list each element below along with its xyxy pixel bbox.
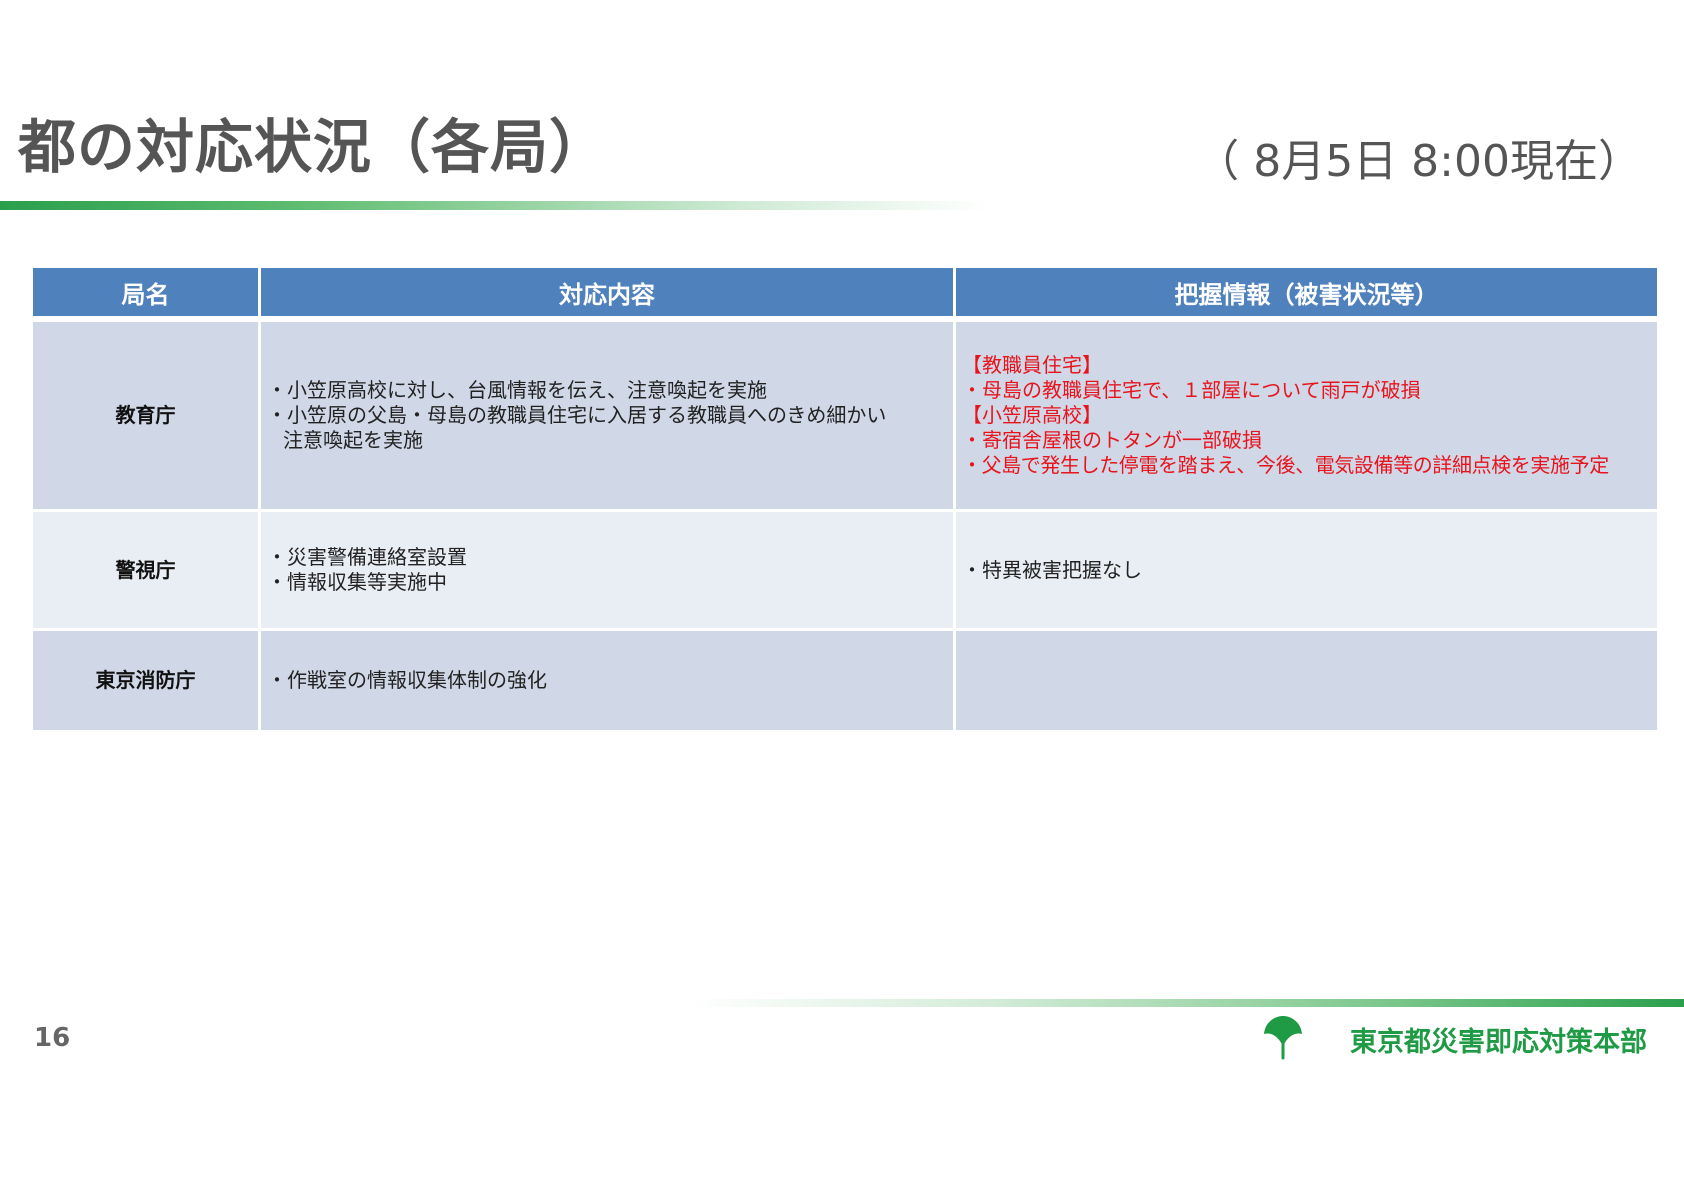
page-title: 都の対応状況（各局） — [18, 113, 609, 181]
actions-cell: ・災害警備連絡室設置 ・情報収集等実施中 — [261, 512, 953, 631]
organization-name: 東京都災害即応対策本部 — [1350, 1027, 1647, 1058]
bureau-name: 警視庁 — [33, 512, 258, 631]
action-line: ・情報収集等実施中 — [267, 570, 447, 594]
info-cell: 【教職員住宅】 ・母島の教職員住宅で、１部屋について雨戸が破損 【小笠原高校】 … — [956, 322, 1657, 512]
bureau-status-table: 局名 対応内容 把握情報（被害状況等） 教育庁 ・小笠原高校に対し、台風情報を伝… — [30, 268, 1660, 733]
info-line: 【小笠原高校】 — [962, 403, 1102, 427]
info-cell: ・特異被害把握なし — [956, 512, 1657, 631]
table-header-row: 局名 対応内容 把握情報（被害状況等） — [33, 268, 1657, 322]
info-cell — [956, 631, 1657, 733]
info-line: ・父島で発生した停電を踏まえ、今後、電気設備等の詳細点検を実施予定 — [962, 453, 1609, 477]
column-header-info: 把握情報（被害状況等） — [956, 268, 1657, 322]
bureau-name: 東京消防庁 — [33, 631, 258, 733]
title-underline — [0, 201, 990, 210]
action-line: ・作戦室の情報収集体制の強化 — [267, 668, 547, 692]
table-row: 教育庁 ・小笠原高校に対し、台風情報を伝え、注意喚起を実施 ・小笠原の父島・母島… — [33, 322, 1657, 512]
action-line: ・災害警備連絡室設置 — [267, 545, 467, 569]
table-row: 東京消防庁 ・作戦室の情報収集体制の強化 — [33, 631, 1657, 733]
info-line: ・母島の教職員住宅で、１部屋について雨戸が破損 — [962, 378, 1421, 402]
tokyo-ginkgo-logo-icon — [1264, 1016, 1302, 1060]
info-line: ・特異被害把握なし — [962, 557, 1142, 582]
actions-cell: ・作戦室の情報収集体制の強化 — [261, 631, 953, 733]
footer-rule — [690, 999, 1684, 1007]
action-line: ・小笠原高校に対し、台風情報を伝え、注意喚起を実施 — [267, 378, 767, 402]
column-header-actions: 対応内容 — [261, 268, 953, 322]
action-line: ・小笠原の父島・母島の教職員住宅に入居する教職員へのきめ細かい — [267, 403, 887, 427]
bureau-name: 教育庁 — [33, 322, 258, 512]
info-line: 【教職員住宅】 — [962, 353, 1102, 377]
table-row: 警視庁 ・災害警備連絡室設置 ・情報収集等実施中 ・特異被害把握なし — [33, 512, 1657, 631]
column-header-bureau: 局名 — [33, 268, 258, 322]
info-line: ・寄宿舎屋根のトタンが一部破損 — [962, 428, 1262, 452]
actions-cell: ・小笠原高校に対し、台風情報を伝え、注意喚起を実施 ・小笠原の父島・母島の教職員… — [261, 322, 953, 512]
action-line: 注意喚起を実施 — [283, 428, 423, 452]
as-of-timestamp: （ 8月5日 8:00現在） — [1195, 136, 1642, 187]
page-number: 16 — [34, 1023, 71, 1053]
